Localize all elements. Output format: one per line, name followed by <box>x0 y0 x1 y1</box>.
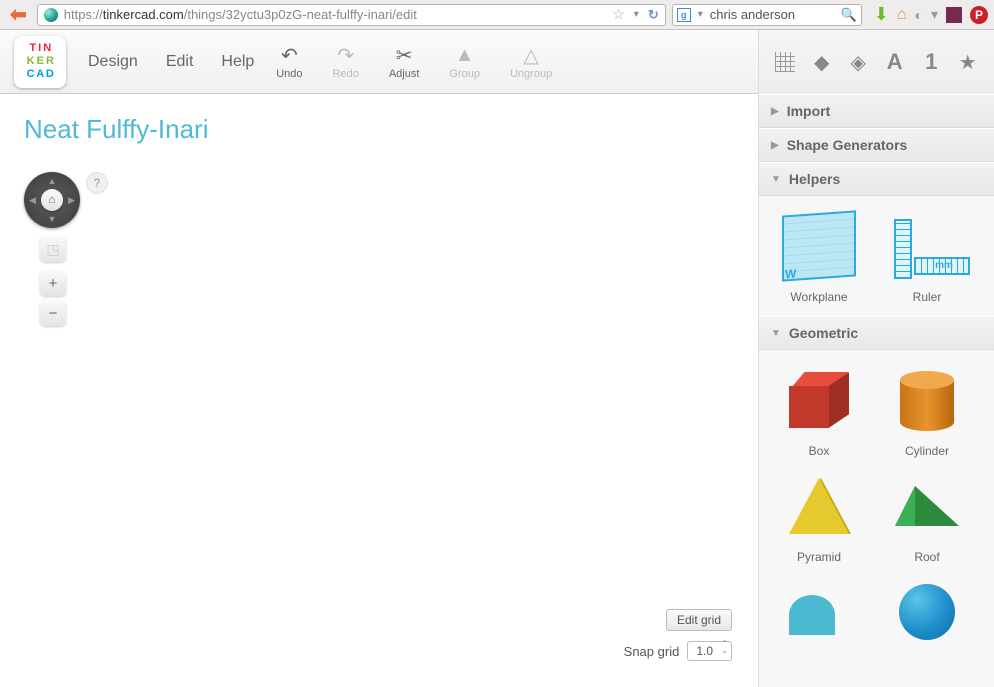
pinterest-icon[interactable]: P <box>970 6 988 24</box>
redo-icon: ↷ <box>333 44 359 68</box>
redo-button[interactable]: ↷ Redo <box>333 44 359 80</box>
ungroup-button[interactable]: △ Ungroup <box>510 44 552 80</box>
menu-design[interactable]: Design <box>88 53 138 71</box>
help-button[interactable]: ? <box>86 172 108 194</box>
group-button[interactable]: ▲ Group <box>449 44 480 80</box>
collapse-icon: ▶ <box>771 106 779 117</box>
browser-chrome: ⬅ https://tinkercad.com/things/32yctu3p0… <box>0 0 994 30</box>
browser-search-box[interactable]: g ▾ chris anderson 🔍 <box>672 4 862 26</box>
reload-icon[interactable]: ↻ <box>648 7 659 23</box>
tile-box[interactable]: Box <box>769 362 869 458</box>
tile-ruler[interactable]: Ruler <box>877 208 977 304</box>
tile-roof[interactable]: Roof <box>877 468 977 564</box>
roof-icon <box>895 486 959 526</box>
url-text: https://tinkercad.com/things/32yctu3p0zG… <box>64 7 606 22</box>
orbit-down-icon[interactable]: ▼ <box>48 214 57 224</box>
tile-half-cylinder[interactable] <box>769 574 869 656</box>
search-text: chris anderson <box>710 7 837 22</box>
model-text: EMMA <box>226 510 552 631</box>
viewport-3d[interactable]: EMMA <box>0 150 758 687</box>
adjust-button[interactable]: ✂ Adjust <box>389 44 420 80</box>
workplane-icon <box>782 210 856 281</box>
menu-edit[interactable]: Edit <box>166 53 194 71</box>
search-icon[interactable]: 🔍 <box>841 7 857 23</box>
section-shape-generators[interactable]: ▶ Shape Generators <box>759 128 994 162</box>
project-title[interactable]: Neat Fulffy-Inari <box>24 114 208 145</box>
tile-pyramid[interactable]: Pyramid <box>769 468 869 564</box>
model-ring[interactable]: EMMA <box>80 370 698 680</box>
sidebar: ▶ Import ▶ Shape Generators ▼ Helpers Wo… <box>758 94 994 687</box>
search-engine-dropdown-icon[interactable]: ▾ <box>695 9 706 20</box>
pyramid-icon <box>789 478 849 534</box>
cylinder-icon <box>900 369 954 431</box>
number-tool-icon[interactable]: 1 <box>918 49 944 75</box>
tile-workplane[interactable]: Workplane <box>769 208 869 304</box>
expand-icon: ▼ <box>771 174 781 185</box>
solid-cube-icon[interactable]: ◆ <box>809 49 835 75</box>
fit-view-button[interactable]: ◳ <box>40 236 66 262</box>
home-icon[interactable]: ⌂ <box>897 6 907 24</box>
shapes-toolbar: ◆ ◈ A 1 ★ <box>758 30 994 94</box>
browser-back-button[interactable]: ⬅ <box>6 2 31 27</box>
section-import[interactable]: ▶ Import <box>759 94 994 128</box>
home-view-button[interactable]: ⌂ <box>41 189 63 211</box>
letter-tool-icon[interactable]: A <box>882 49 908 75</box>
app-toolbar: T I N K E R C A D Design Edit Help ↶ Und… <box>0 30 994 94</box>
geometric-body: Box Cylinder Pyramid Roof <box>759 350 994 668</box>
snap-grid-label: Snap grid <box>624 644 680 659</box>
undo-icon: ↶ <box>276 44 302 68</box>
ruler-icon <box>890 213 964 279</box>
adjust-icon: ✂ <box>389 44 420 68</box>
url-dropdown-icon[interactable]: ▾ <box>631 9 642 20</box>
section-helpers[interactable]: ▼ Helpers <box>759 162 994 196</box>
orbit-up-icon[interactable]: ▲ <box>48 176 57 186</box>
url-bar[interactable]: https://tinkercad.com/things/32yctu3p0zG… <box>37 4 666 26</box>
box-icon <box>789 372 849 428</box>
canvas-area[interactable]: Neat Fulffy-Inari ? ▲ ▼ ◀ ▶ ⌂ ◳ + − EMMA… <box>0 94 758 687</box>
favorite-tool-icon[interactable]: ★ <box>955 49 981 75</box>
view-orbit-control[interactable]: ▲ ▼ ◀ ▶ ⌂ <box>24 172 80 228</box>
section-geometric[interactable]: ▼ Geometric <box>759 316 994 350</box>
ungroup-icon: △ <box>510 44 552 68</box>
half-cylinder-icon <box>789 589 849 635</box>
edit-grid-button[interactable]: Edit grid <box>666 609 732 631</box>
extension-icon[interactable]: ◐ <box>915 7 923 23</box>
sphere-icon <box>899 584 955 640</box>
collapse-icon: ▶ <box>771 140 779 151</box>
zoom-out-button[interactable]: − <box>40 300 66 326</box>
workplane-tool-icon[interactable] <box>772 49 798 75</box>
group-icon: ▲ <box>449 44 480 68</box>
hole-cube-icon[interactable]: ◈ <box>845 49 871 75</box>
menu-help[interactable]: Help <box>221 53 254 71</box>
expand-icon: ▼ <box>771 328 781 339</box>
toolbar-center: ↶ Undo ↷ Redo ✂ Adjust ▲ Group △ Ungroup <box>276 44 552 80</box>
browser-extensions: ⬇ ⌂ ◐ ▾ P <box>868 4 988 25</box>
helpers-body: Workplane Ruler <box>759 196 994 316</box>
tile-sphere[interactable] <box>877 574 977 656</box>
tile-cylinder[interactable]: Cylinder <box>877 362 977 458</box>
workspace: Neat Fulffy-Inari ? ▲ ▼ ◀ ▶ ⌂ ◳ + − EMMA… <box>0 94 994 687</box>
site-identity-icon <box>44 8 58 22</box>
google-icon: g <box>677 8 691 22</box>
snap-grid-control: Snap grid 1.0 <box>624 641 732 661</box>
zoom-in-button[interactable]: + <box>40 270 66 296</box>
snap-grid-select[interactable]: 1.0 <box>687 641 732 661</box>
main-menu: Design Edit Help <box>88 53 254 71</box>
menu-dropdown-icon[interactable]: ▾ <box>931 6 938 23</box>
ubuntu-extension-icon[interactable] <box>946 7 962 23</box>
orbit-left-icon[interactable]: ◀ <box>29 195 36 206</box>
tinkercad-logo[interactable]: T I N K E R C A D <box>14 36 66 88</box>
bookmark-star-icon[interactable]: ☆ <box>612 6 625 23</box>
undo-button[interactable]: ↶ Undo <box>276 44 302 80</box>
orbit-right-icon[interactable]: ▶ <box>68 195 75 206</box>
download-icon[interactable]: ⬇ <box>874 4 889 25</box>
